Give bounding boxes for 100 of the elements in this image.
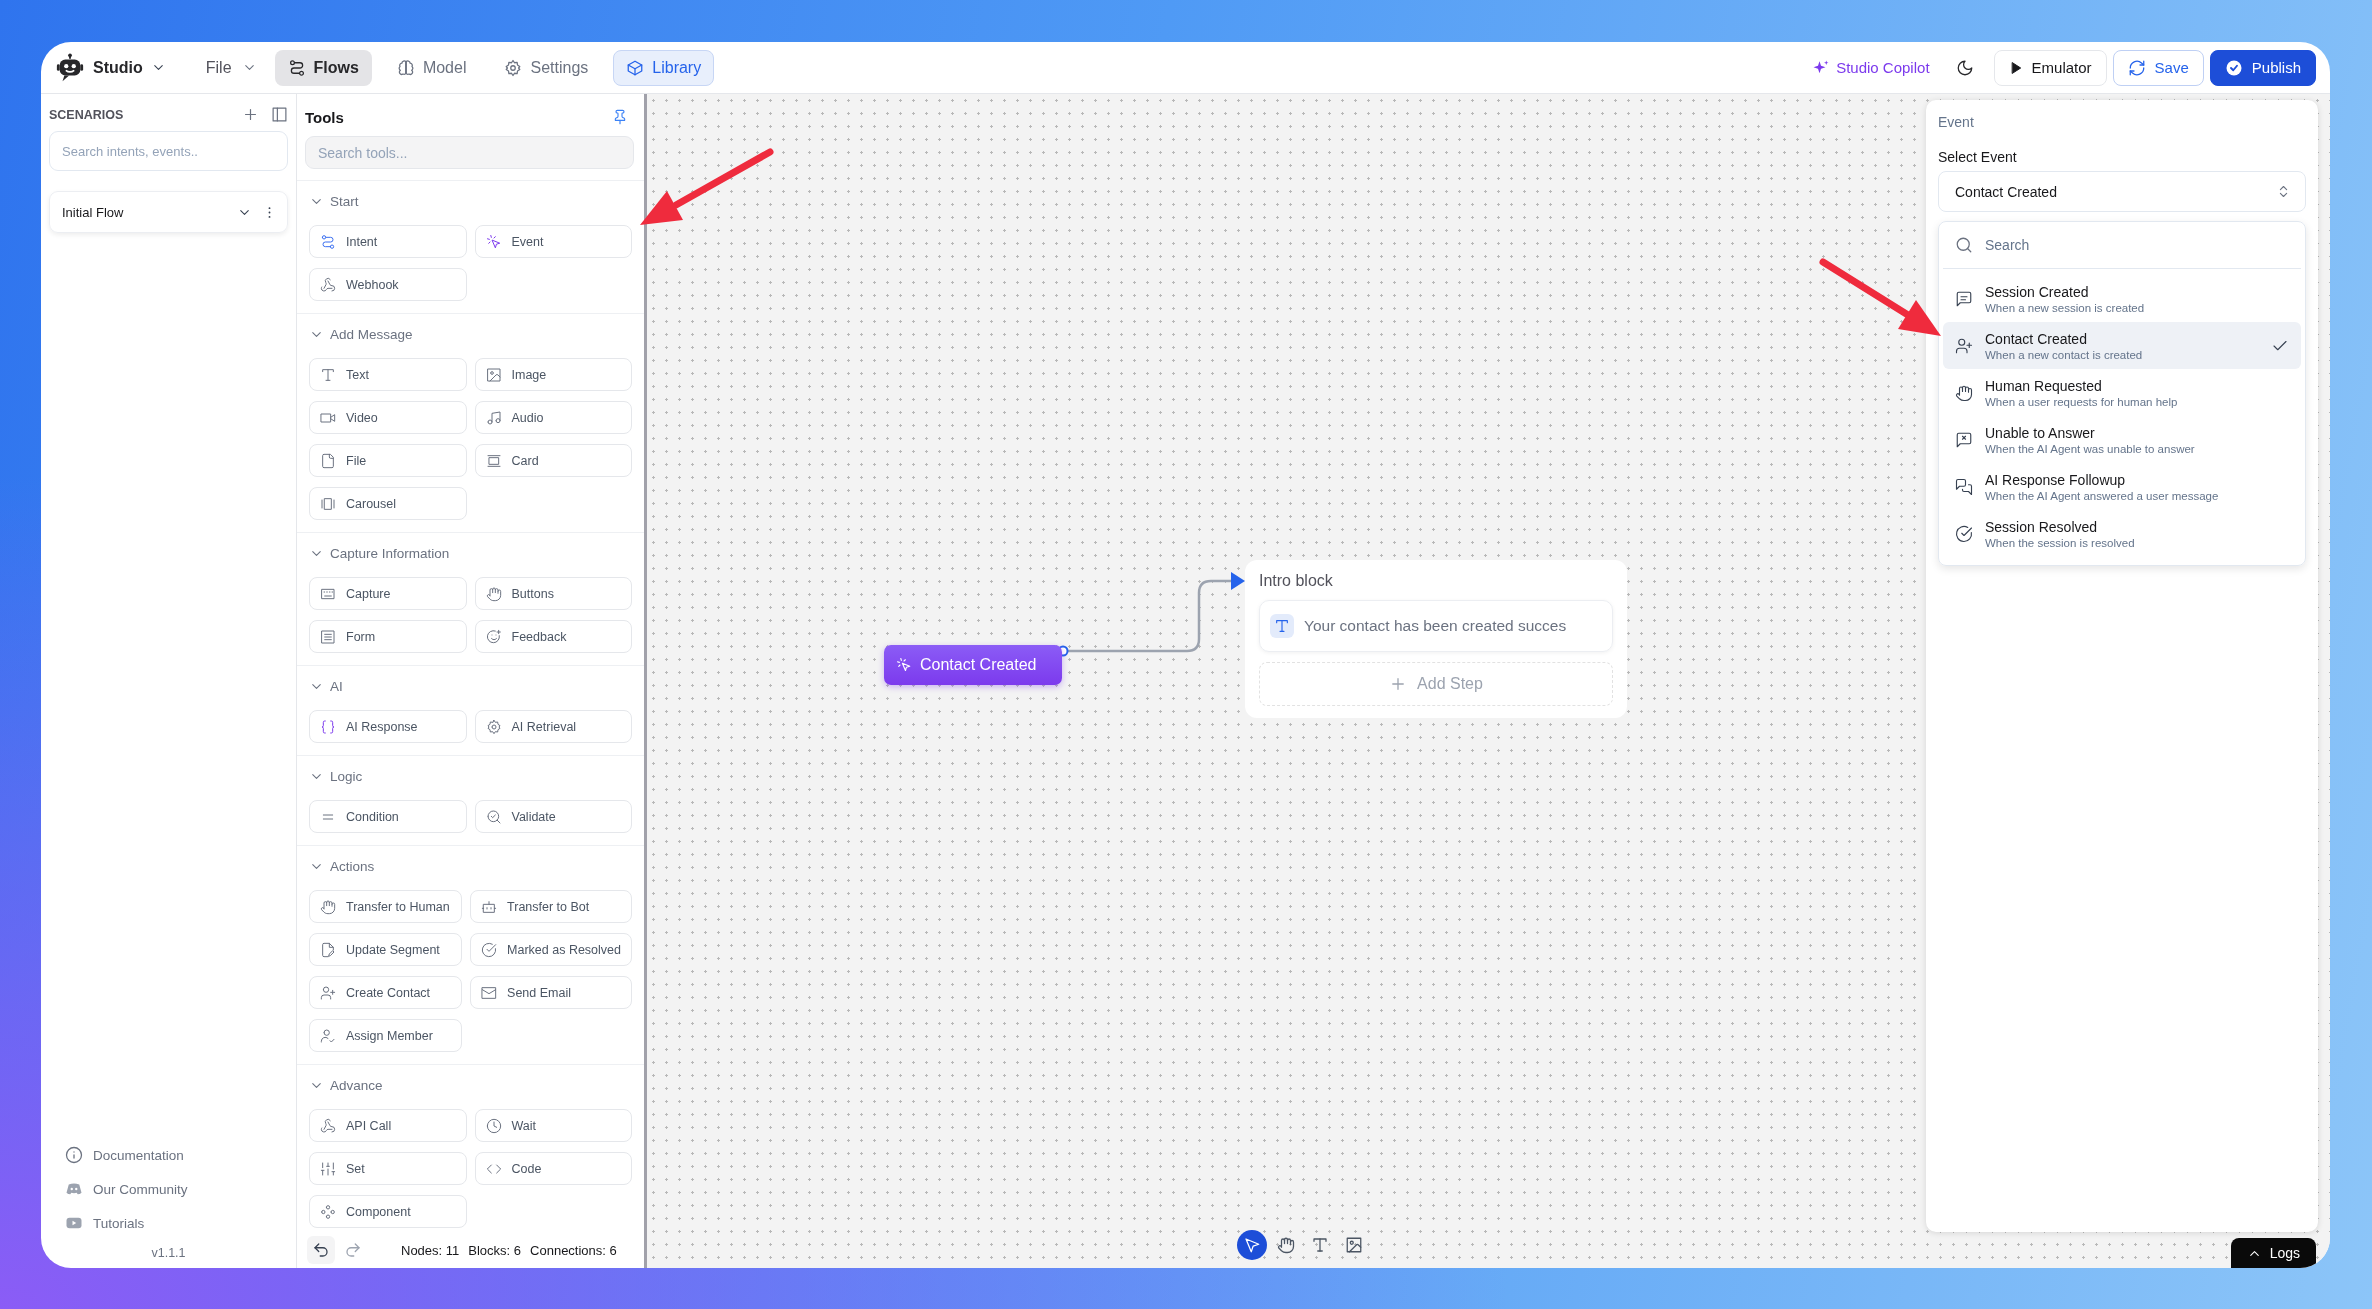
settings-icon [504, 58, 523, 77]
plus-icon[interactable] [242, 106, 259, 123]
tool-item[interactable]: Video [309, 401, 467, 434]
search-field[interactable]: Search intents, events.. [49, 131, 288, 171]
undo-icon[interactable] [307, 1236, 335, 1264]
sidebar-link[interactable]: Our Community [49, 1172, 288, 1206]
event-option[interactable]: AI Response Followup When the AI Agent answered a user message [1943, 463, 2301, 510]
event-option[interactable]: Human Requested When a user requests for human help [1943, 369, 2301, 416]
tool-item[interactable]: Transfer to Human [309, 890, 463, 923]
sidebar-link[interactable]: Documentation [49, 1138, 288, 1172]
moon-icon[interactable] [1955, 58, 1974, 77]
nav-tab[interactable]: Settings [491, 49, 602, 86]
hand-icon [320, 898, 336, 915]
pointer-click-icon [896, 657, 912, 673]
field-label: Select Event [1938, 149, 2018, 165]
flow-item[interactable]: Initial Flow [49, 191, 288, 233]
event-option[interactable]: Unable to Answer When the AI Agent was unable to answer [1943, 416, 2301, 463]
tool-item[interactable]: File [309, 444, 467, 477]
tool-item[interactable]: Capture [309, 577, 467, 610]
search-field[interactable]: Search tools... [305, 136, 634, 169]
emulator-button[interactable]: Emulator [1993, 49, 2107, 86]
tool-item[interactable]: Image [474, 358, 632, 391]
route-icon [320, 233, 336, 250]
tool-item[interactable]: Create Contact [309, 976, 463, 1009]
route-icon [287, 58, 306, 77]
event-option[interactable]: Contact Created When a new contact is created [1943, 322, 2301, 369]
text-icon [1274, 618, 1290, 634]
save-button[interactable]: Save [2112, 49, 2204, 86]
event-option[interactable]: Session Resolved When the session is resolved [1943, 510, 2301, 557]
nav-tab[interactable]: Library [613, 49, 715, 86]
tool-item[interactable]: Code [474, 1152, 632, 1185]
tool-item[interactable]: Transfer to Bot [470, 890, 632, 923]
tool-item[interactable]: Webhook [309, 268, 467, 301]
message-icon [1955, 289, 1973, 308]
tool-item[interactable]: Wait [474, 1109, 632, 1142]
search-check-icon [485, 808, 502, 825]
section-header[interactable]: Capture Information [309, 543, 450, 563]
event-select[interactable]: Contact Created [1938, 171, 2306, 212]
event-option[interactable]: Session Created When a new session is created [1943, 275, 2301, 322]
nav-tab[interactable]: Flows [274, 49, 372, 86]
section-header[interactable]: Logic [309, 766, 363, 786]
tool-item[interactable]: API Call [309, 1109, 467, 1142]
file-menu[interactable]: File [199, 52, 263, 83]
sidebar-link[interactable]: Tutorials [49, 1206, 288, 1240]
tool-item[interactable]: Condition [309, 800, 467, 833]
search-icon [1955, 236, 1973, 254]
tool-item[interactable]: Update Segment [309, 933, 463, 966]
nav-tab[interactable]: Model [383, 49, 480, 86]
tool-item[interactable]: Carousel [309, 487, 467, 520]
robot-logo-icon [55, 52, 85, 83]
tool-item[interactable]: Buttons [474, 577, 632, 610]
tool-item[interactable]: Component [309, 1195, 467, 1228]
tool-item[interactable]: Audio [474, 401, 632, 434]
tool-item[interactable]: Set [309, 1152, 467, 1185]
step-item[interactable]: Your contact has been created succes [1259, 600, 1613, 652]
tool-item[interactable]: Assign Member [309, 1019, 463, 1052]
tool-item[interactable]: Send Email [470, 976, 632, 1009]
publish-button[interactable]: Publish [2209, 49, 2316, 86]
user-plus-icon [1955, 336, 1973, 355]
section-header[interactable]: Add Message [309, 324, 413, 344]
webhook-icon [320, 276, 336, 293]
pin-icon[interactable] [612, 109, 628, 125]
brain-icon [396, 58, 415, 77]
stat-label: Blocks: 6 [468, 1242, 522, 1258]
pointer-icon [1243, 1236, 1261, 1254]
music-icon [485, 409, 502, 426]
tool-item[interactable]: AI Response [309, 710, 467, 743]
section-title: SCENARIOS [49, 107, 125, 122]
section-header[interactable]: Actions [309, 856, 375, 876]
trigger-node[interactable]: Contact Created [884, 645, 1062, 685]
tool-item[interactable]: Feedback [474, 620, 632, 653]
tool-item[interactable]: Card [474, 444, 632, 477]
image-icon [485, 366, 502, 383]
tool-item[interactable]: Marked as Resolved [470, 933, 632, 966]
form-icon [320, 628, 336, 645]
canvas-tool[interactable] [1237, 1230, 1267, 1260]
check-circle-icon [2224, 58, 2243, 77]
webhook-icon [320, 1117, 336, 1134]
section-header[interactable]: AI [309, 676, 343, 696]
section-header[interactable]: Advance [309, 1075, 383, 1095]
tool-item[interactable]: Intent [309, 225, 467, 258]
clock-icon [485, 1117, 502, 1134]
section-header[interactable]: Start [309, 191, 359, 211]
tool-item[interactable]: Text [309, 358, 467, 391]
sidebar-toggle-icon[interactable] [271, 106, 288, 123]
image-icon [1345, 1236, 1363, 1254]
hand-icon [1955, 383, 1973, 402]
app-name[interactable]: Studio [93, 58, 143, 77]
check-circle-icon [481, 941, 498, 958]
tool-item[interactable]: AI Retrieval [474, 710, 632, 743]
tool-item[interactable]: Form [309, 620, 467, 653]
block-node[interactable]: Intro block Your contact has been created succes Add Step [1245, 560, 1627, 718]
logs-button[interactable]: Logs [2230, 1238, 2316, 1268]
tool-item[interactable]: Event [474, 225, 632, 258]
user-check-icon [320, 1027, 336, 1044]
file-icon [320, 452, 336, 469]
copilot-link[interactable]: Studio Copilot [1806, 57, 1936, 78]
tool-item[interactable]: Validate [474, 800, 632, 833]
bot-icon [481, 898, 498, 915]
component-icon [320, 1203, 336, 1220]
